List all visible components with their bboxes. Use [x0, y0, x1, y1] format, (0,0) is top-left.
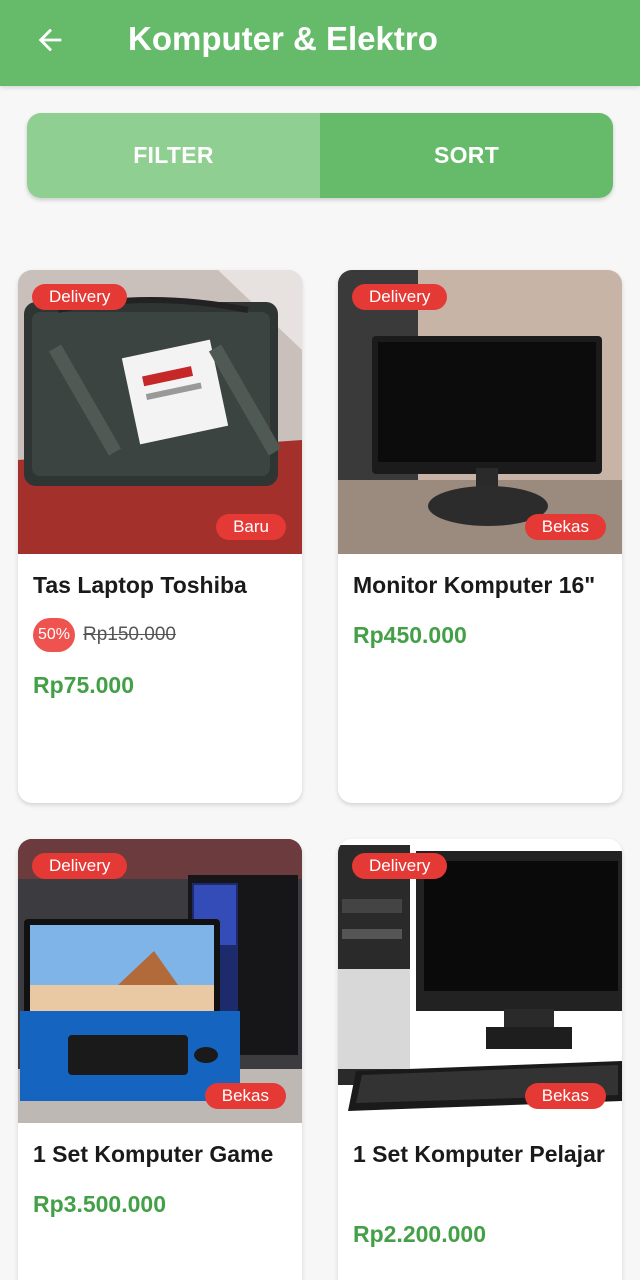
product-card[interactable]: Delivery Baru Tas Laptop Toshiba 50% Rp1…: [18, 270, 302, 803]
app-bar: Komputer & Elektro: [0, 0, 640, 86]
discount-row: 50% Rp150.000: [33, 618, 176, 652]
condition-badge: Bekas: [524, 514, 606, 540]
arrow-left-icon: [38, 28, 62, 52]
laptop-bag-image: [18, 270, 302, 554]
sort-button[interactable]: SORT: [320, 113, 613, 198]
product-image: Delivery Bekas: [338, 839, 622, 1123]
discount-badge: 50%: [33, 618, 75, 652]
original-price: Rp150.000: [83, 624, 176, 645]
product-title: Monitor Komputer 16": [353, 572, 596, 598]
filter-sort-control: FILTER SORT: [27, 113, 613, 198]
delivery-badge: Delivery: [32, 284, 128, 310]
delivery-badge: Delivery: [32, 853, 128, 879]
delivery-badge: Delivery: [352, 853, 448, 879]
desktop-pc-image: [338, 839, 622, 1123]
product-price: Rp2.200.000: [353, 1221, 486, 1247]
product-image: Delivery Baru: [18, 270, 302, 554]
page-title: Komputer & Elektro: [128, 20, 438, 57]
product-price: Rp450.000: [353, 622, 467, 648]
product-card[interactable]: Delivery Bekas Monitor Komputer 16" Rp45…: [338, 270, 622, 803]
back-button[interactable]: [26, 16, 74, 64]
product-image: Delivery Bekas: [18, 839, 302, 1123]
product-title: Tas Laptop Toshiba: [33, 572, 247, 598]
product-title: 1 Set Komputer Pelajar: [353, 1141, 605, 1167]
filter-button[interactable]: FILTER: [27, 113, 320, 198]
product-image: Delivery Bekas: [338, 270, 622, 554]
delivery-badge: Delivery: [352, 284, 448, 310]
product-price: Rp3.500.000: [33, 1191, 166, 1217]
product-title: 1 Set Komputer Game: [33, 1141, 274, 1167]
condition-badge: Baru: [216, 514, 286, 540]
monitor-image: [338, 270, 622, 554]
condition-badge: Bekas: [204, 1083, 286, 1109]
product-price: Rp75.000: [33, 672, 135, 698]
gaming-pc-image: [18, 839, 302, 1123]
product-card[interactable]: Delivery Bekas 1 Set Komputer Pelajar Rp…: [338, 839, 622, 1280]
product-card[interactable]: Delivery Bekas 1 Set Komputer Game Rp3.5…: [18, 839, 302, 1280]
condition-badge: Bekas: [524, 1083, 606, 1109]
